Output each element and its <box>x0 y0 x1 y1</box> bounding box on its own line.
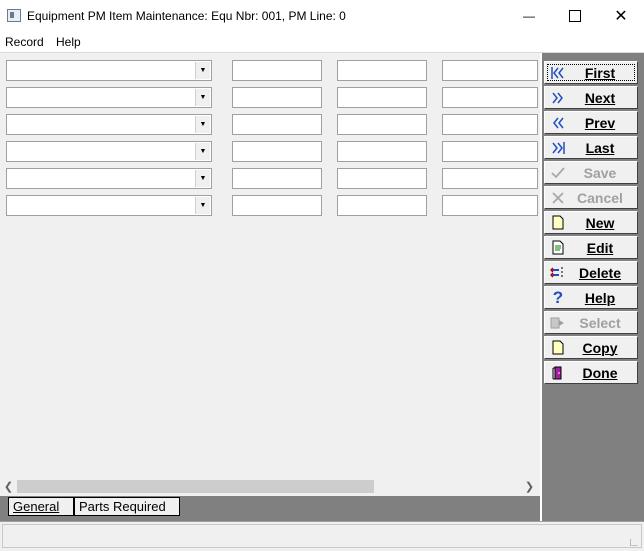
minimize-icon: — <box>523 9 535 23</box>
first-button-label: First <box>584 64 616 81</box>
field-3-input[interactable] <box>442 141 538 162</box>
menu-record[interactable]: Record <box>5 35 44 49</box>
field-3-input[interactable] <box>442 114 538 135</box>
tab-parts-required[interactable]: Parts Required <box>74 497 180 516</box>
item-combo[interactable]: ▼ <box>6 114 212 135</box>
next-button[interactable]: Next <box>544 86 638 109</box>
menu-help[interactable]: Help <box>56 35 81 49</box>
maximize-icon <box>569 10 581 22</box>
menu-bar <box>0 32 644 52</box>
dropdown-arrow-icon[interactable]: ▼ <box>195 197 210 214</box>
field-1-input[interactable] <box>232 87 322 108</box>
tab-general[interactable]: General <box>8 497 74 516</box>
select-button[interactable]: Select <box>544 311 638 334</box>
tab-parts-required-label: Parts Required <box>79 499 166 514</box>
delete-button-label: Delete <box>578 264 622 281</box>
select-button-label: Select <box>579 314 621 331</box>
field-1-input[interactable] <box>232 141 322 162</box>
edit-button-label: Edit <box>586 239 614 256</box>
delete-icon <box>545 266 571 280</box>
resize-grip-icon[interactable]: ∟ <box>628 535 640 549</box>
field-1-input[interactable] <box>232 168 322 189</box>
copy-document-icon <box>545 340 571 355</box>
done-button[interactable]: Done <box>544 361 638 384</box>
copy-button[interactable]: Copy <box>544 336 638 359</box>
done-button-label: Done <box>582 364 618 381</box>
close-button[interactable]: ✕ <box>598 0 644 32</box>
maximize-button[interactable] <box>552 0 598 32</box>
cancel-button[interactable]: Cancel <box>544 186 638 209</box>
status-pane <box>2 524 642 548</box>
last-button-label: Last <box>585 139 615 156</box>
new-button-label: New <box>585 214 615 231</box>
edit-document-icon <box>545 240 571 255</box>
new-document-icon <box>545 215 571 230</box>
field-3-input[interactable] <box>442 168 538 189</box>
next-icon <box>545 91 571 105</box>
dropdown-arrow-icon[interactable]: ▼ <box>195 143 210 160</box>
prev-button[interactable]: Prev <box>544 111 638 134</box>
field-3-input[interactable] <box>442 60 538 81</box>
field-2-input[interactable] <box>337 60 427 81</box>
scrollbar-thumb[interactable] <box>17 480 374 493</box>
dropdown-arrow-icon[interactable]: ▼ <box>195 170 210 187</box>
minimize-button[interactable]: — <box>506 0 552 32</box>
edit-button[interactable]: Edit <box>544 236 638 259</box>
close-icon: ✕ <box>614 8 628 25</box>
field-2-input[interactable] <box>337 168 427 189</box>
delete-button[interactable]: Delete <box>544 261 638 284</box>
field-3-input[interactable] <box>442 195 538 216</box>
field-1-input[interactable] <box>232 114 322 135</box>
field-2-input[interactable] <box>337 114 427 135</box>
scroll-left-icon[interactable]: ❮ <box>0 478 17 495</box>
item-combo[interactable]: ▼ <box>6 87 212 108</box>
help-button[interactable]: ? Help <box>544 286 638 309</box>
app-icon <box>7 9 21 22</box>
field-1-input[interactable] <box>232 60 322 81</box>
field-2-input[interactable] <box>337 87 427 108</box>
field-3-input[interactable] <box>442 87 538 108</box>
item-combo[interactable]: ▼ <box>6 168 212 189</box>
window-title: Equipment PM Item Maintenance: Equ Nbr: … <box>27 9 346 23</box>
select-icon <box>545 316 571 330</box>
field-2-input[interactable] <box>337 141 427 162</box>
cancel-button-label: Cancel <box>577 189 623 206</box>
copy-button-label: Copy <box>582 339 618 356</box>
scroll-right-icon[interactable]: ❯ <box>521 478 538 495</box>
x-icon <box>545 191 571 205</box>
save-button[interactable]: Save <box>544 161 638 184</box>
item-combo[interactable]: ▼ <box>6 141 212 162</box>
dropdown-arrow-icon[interactable]: ▼ <box>195 116 210 133</box>
item-combo[interactable]: ▼ <box>6 195 212 216</box>
dropdown-arrow-icon[interactable]: ▼ <box>195 62 210 79</box>
first-button[interactable]: First <box>544 61 638 84</box>
last-icon <box>545 141 571 155</box>
next-button-label: Next <box>584 89 616 106</box>
prev-icon <box>545 116 571 130</box>
question-icon: ? <box>552 287 564 307</box>
field-2-input[interactable] <box>337 195 427 216</box>
door-exit-icon <box>545 365 571 381</box>
first-icon <box>545 66 571 80</box>
prev-button-label: Prev <box>584 114 616 131</box>
tab-general-label: General <box>13 499 60 514</box>
last-button[interactable]: Last <box>544 136 638 159</box>
help-button-label: Help <box>584 289 616 306</box>
item-combo[interactable]: ▼ <box>6 60 212 81</box>
dropdown-arrow-icon[interactable]: ▼ <box>195 89 210 106</box>
field-1-input[interactable] <box>232 195 322 216</box>
new-button[interactable]: New <box>544 211 638 234</box>
save-button-label: Save <box>583 164 617 181</box>
check-icon <box>545 166 571 180</box>
